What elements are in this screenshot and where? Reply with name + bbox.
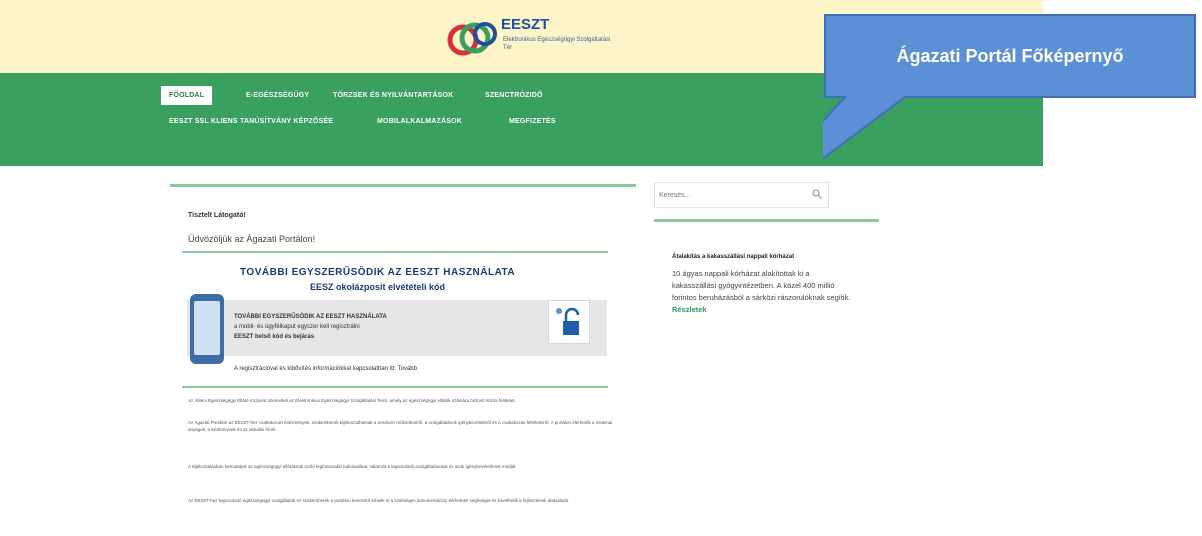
title-divider <box>182 251 608 253</box>
nav-item-mobilalkalmazasok[interactable]: MOBILALKALMAZÁSOK <box>377 118 462 125</box>
unlock-icon <box>548 300 590 344</box>
logo-subtitle: Elektronikus Egészségügyi Szolgáltatási … <box>503 37 611 51</box>
sidebar-news-link[interactable]: Részletek <box>672 305 707 314</box>
nav-item-fooldal[interactable]: FŐOLDAL <box>161 86 213 105</box>
annotation-callout: Ágazati Portál Főképernyő <box>823 13 1197 160</box>
banner-headline: TOVÁBBI EGYSZERŰSÖDIK AZ EESZT HASZNÁLAT… <box>240 267 516 278</box>
sidebar-news-body: 10 ágyas nappali kórházat alakítottak ki… <box>672 269 851 302</box>
body-paragraph-4: Az EESZT-hez kapcsolódó egészségügyi szo… <box>188 498 570 503</box>
phone-screen <box>194 301 220 355</box>
banner-divider <box>182 386 608 388</box>
body-paragraph-1: Az Állami Egészségügyi Ellátó Központ üz… <box>188 398 516 403</box>
body-paragraph-3: A tájékoztatásban bemutatjuk az egészség… <box>188 464 517 469</box>
banner-subheadline: EESZ okolázposit elvétételi kód <box>310 282 446 292</box>
page: EESZT Elektronikus Egészségügyi Szolgált… <box>0 0 1202 536</box>
page-title: Üdvözöljük az Ágazati Portálon! <box>188 234 316 244</box>
logo-title: EESZT <box>501 16 550 33</box>
banner-footer[interactable]: A regisztrációval és kibővítés informáci… <box>234 366 417 372</box>
banner-line-3: EESZT belső kód és bejárás <box>234 334 315 340</box>
promo-banner[interactable]: TOVÁBBI EGYSZERŰSÖDIK AZ EESZT HASZNÁLAT… <box>182 260 608 380</box>
sidebar-news-text: 10 ágyas nappali kórházat alakítottak ki… <box>672 268 852 316</box>
eeszt-logo-icon <box>447 22 497 56</box>
content-divider-top <box>170 184 636 187</box>
eeszt-logo[interactable]: EESZT Elektronikus Egészségügyi Szolgált… <box>447 14 617 64</box>
banner-line-1: TOVÁBBI EGYSZERŰSÖDIK AZ EESZT HASZNÁLAT… <box>234 314 387 320</box>
greeting-heading: Tisztelt Látogató! <box>188 212 246 219</box>
search-box <box>654 182 829 208</box>
banner-line-2: a mobil- és ügyfélkaput egyszer kell reg… <box>234 324 360 330</box>
search-icon[interactable] <box>812 189 822 199</box>
nav-item-torzsek[interactable]: TÖRZSEK ÉS NYILVÁNTARTÁSOK <box>333 92 453 99</box>
sidebar-news-title[interactable]: Átalakítás a kakasszállási nappali kórhá… <box>672 254 794 260</box>
nav-item-megfizetes[interactable]: MEGFIZETÉS <box>509 118 556 125</box>
nav-item-e-egeszsegugy[interactable]: E-EGÉSZSÉGÜGY <box>246 92 309 99</box>
body-paragraph-2: Az Ágazati Portálon az EESZT-hez csatlak… <box>188 420 613 432</box>
callout-text: Ágazati Portál Főképernyő <box>896 45 1124 66</box>
nav-item-ssl[interactable]: EESZT SSL KLIENS TANÚSÍTVÁNY KÉPZŐSÉE <box>169 118 333 125</box>
phone-icon <box>190 294 224 364</box>
search-input[interactable] <box>655 183 801 207</box>
nav-item-szenctrozido[interactable]: SZENCTRÓZIDŐ <box>485 92 543 99</box>
